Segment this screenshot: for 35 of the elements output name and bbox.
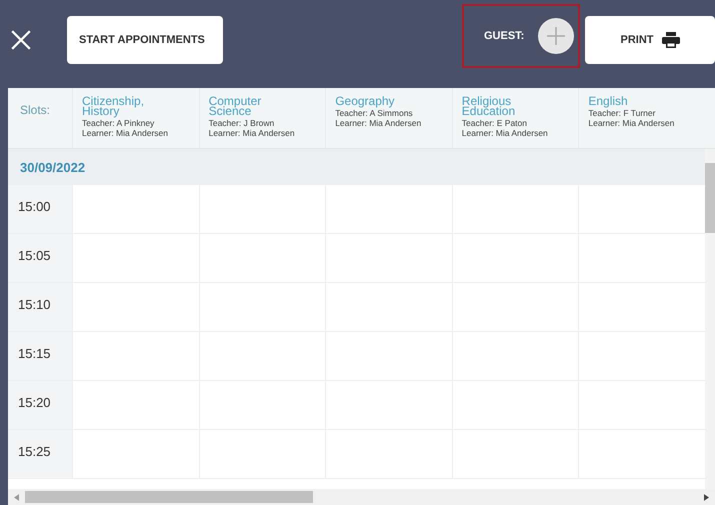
time-label: 15:10 [8,283,72,331]
vertical-scrollbar[interactable] [705,149,715,489]
subject-heading[interactable]: Geography [335,96,416,106]
time-label: 15:05 [8,234,72,282]
time-label: 15:20 [8,381,72,429]
learner-text: Learner: Mia Andersen [335,118,422,128]
teacher-text: Teacher: F Turner [588,108,656,118]
learner-text: Learner: Mia Andersen [208,128,296,138]
subject-heading[interactable]: English [588,96,668,106]
horizontal-scrollbar[interactable] [8,489,715,505]
scrollbar-thumb[interactable] [25,491,313,503]
teacher-text: Teacher: J Brown [208,118,276,128]
subject-heading[interactable]: Computer Science [208,96,289,116]
guest-label: GUEST: [484,30,524,42]
scroll-left-icon[interactable] [14,494,19,500]
time-label: 15:25 [8,430,72,478]
teacher-text: Teacher: A Pinkney [82,118,156,128]
learner-text: Learner: Mia Andersen [462,128,549,138]
slots-label: Slots: [19,102,52,119]
time-label: 15:00 [8,185,72,233]
subject-heading[interactable]: Religious Education [462,96,542,116]
print-button[interactable]: PRINT [585,16,715,64]
start-appointments-button[interactable]: START APPOINTMENTS [67,16,223,64]
add-guest-icon[interactable] [538,18,574,54]
printer-icon [662,32,680,48]
learner-text: Learner: Mia Andersen [588,118,676,128]
learner-text: Learner: Mia Andersen [82,128,169,138]
scroll-right-icon[interactable] [704,494,709,500]
scrollbar-thumb[interactable] [705,163,715,233]
close-icon[interactable] [10,29,32,51]
time-label: 15:15 [8,332,72,380]
subject-heading[interactable]: Citizenship, History [82,96,162,116]
teacher-text: Teacher: E Paton [462,118,528,128]
teacher-text: Teacher: A Simmons [335,108,414,118]
date-label: 30/09/2022 [20,160,86,174]
